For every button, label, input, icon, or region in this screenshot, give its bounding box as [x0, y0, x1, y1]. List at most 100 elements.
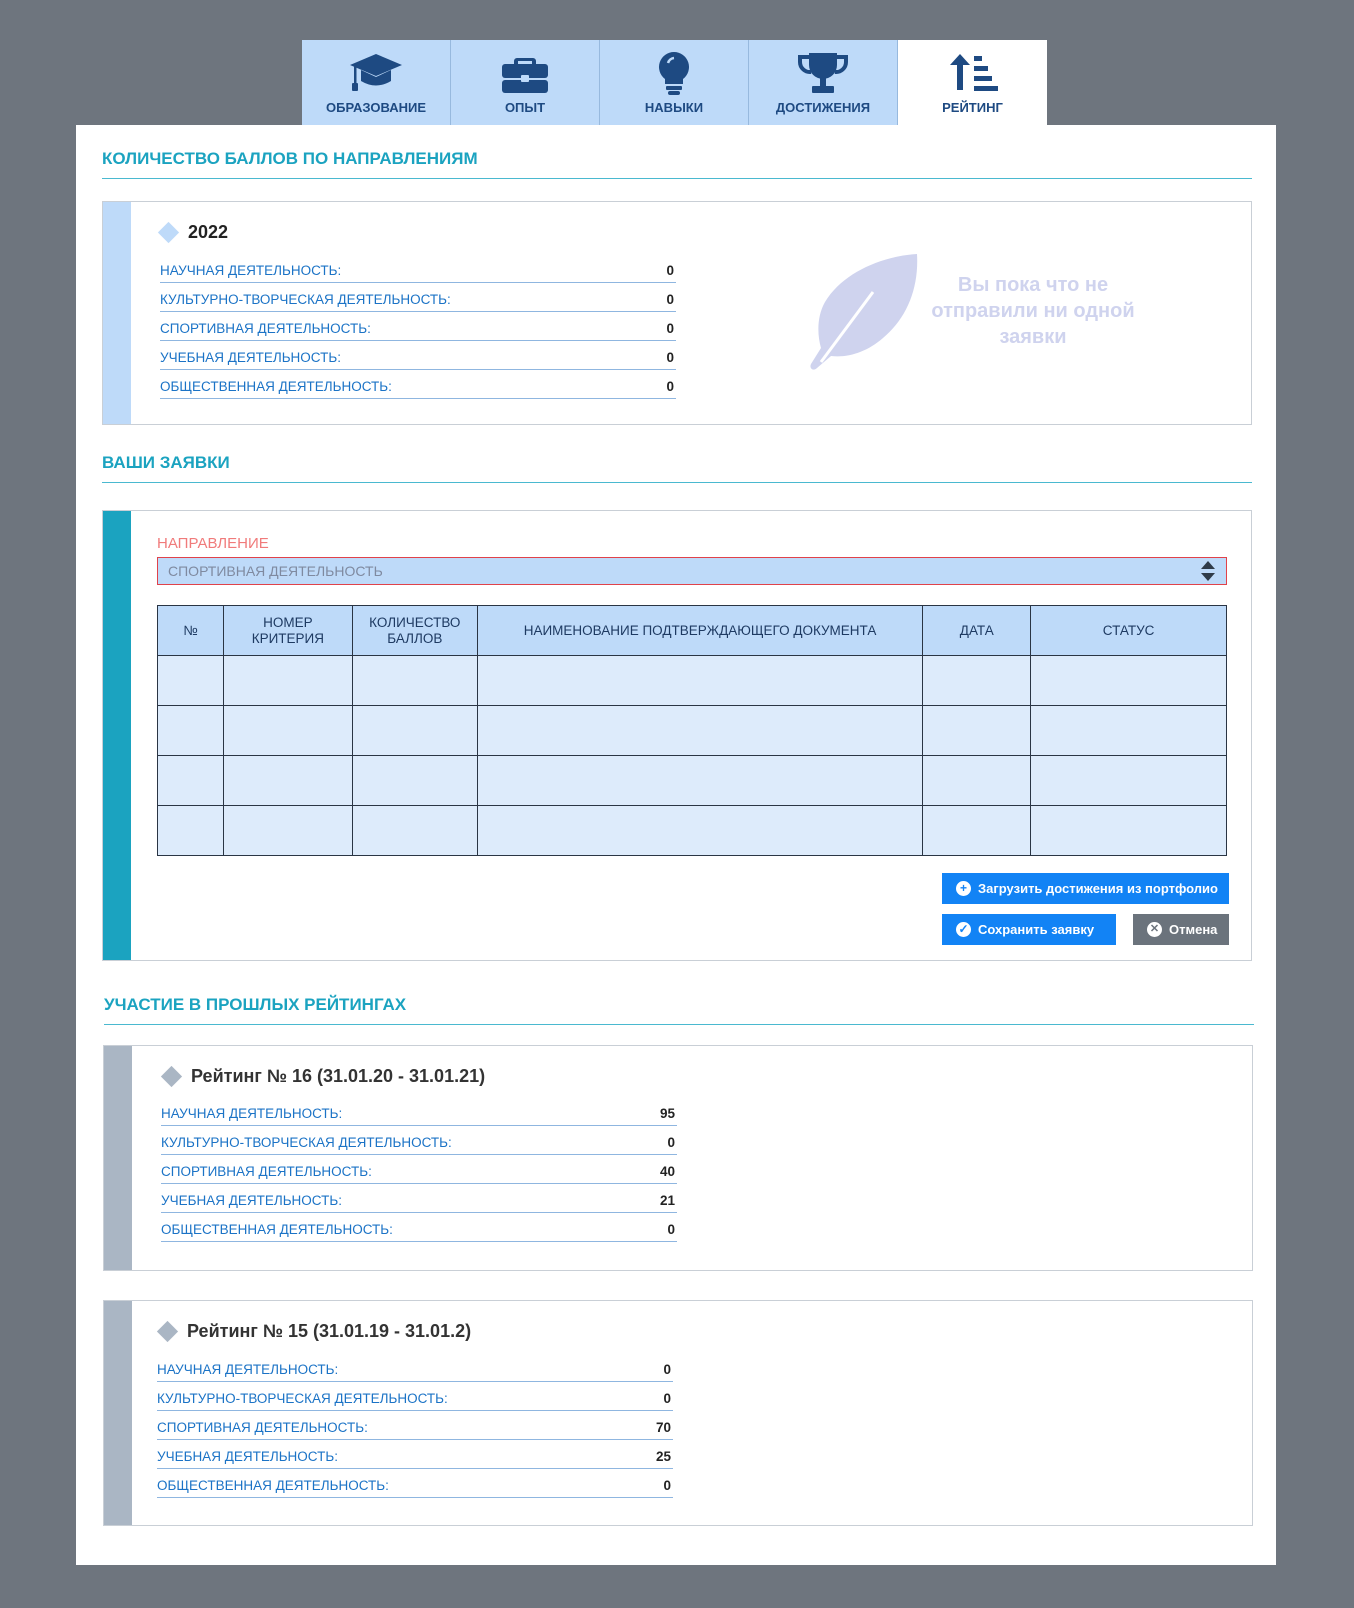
table-row[interactable]: [157, 805, 1227, 856]
rating-scores-list: НАУЧНАЯ ДЕЯТЕЛЬНОСТЬ: 95 КУЛЬТУРНО-ТВОРЧЕ…: [161, 1097, 677, 1242]
stat-label: ОБЩЕСТВЕННАЯ ДЕЯТЕЛЬНОСТЬ:: [160, 379, 392, 394]
sort-ascending-icon: [949, 54, 998, 91]
close-circle-icon: ✕: [1147, 922, 1162, 937]
stat-label: ОБЩЕСТВЕННАЯ ДЕЯТЕЛЬНОСТЬ:: [161, 1222, 393, 1237]
list-item: УЧЕБНАЯ ДЕЯТЕЛЬНОСТЬ: 25: [157, 1440, 673, 1469]
table-cell: [1030, 705, 1227, 756]
stat-value: 40: [659, 1164, 675, 1179]
list-item: ОБЩЕСТВЕННАЯ ДЕЯТЕЛЬНОСТЬ: 0: [157, 1469, 673, 1498]
panel-stripe: [103, 202, 131, 424]
direction-select[interactable]: СПОРТИВНАЯ ДЕЯТЕЛЬНОСТЬ: [157, 557, 1227, 585]
stat-label: НАУЧНАЯ ДЕЯТЕЛЬНОСТЬ:: [157, 1362, 339, 1377]
column-header: №: [157, 605, 224, 656]
briefcase-icon: [502, 58, 548, 93]
table-cell: [922, 705, 1032, 756]
table-cell: [157, 805, 224, 856]
list-item: НАУЧНАЯ ДЕЯТЕЛЬНОСТЬ: 0: [160, 254, 676, 283]
tab-achievements[interactable]: ДОСТИЖЕНИЯ: [749, 40, 898, 125]
empty-message: Вы пока что не отправили ни одной заявки: [931, 274, 1135, 348]
divider: [102, 482, 1252, 483]
tab-skills[interactable]: НАВЫКИ: [600, 40, 749, 125]
stat-label: НАУЧНАЯ ДЕЯТЕЛЬНОСТЬ:: [160, 263, 342, 278]
list-item: ОБЩЕСТВЕННАЯ ДЕЯТЕЛЬНОСТЬ: 0: [161, 1213, 677, 1242]
tab-label: РЕЙТИНГ: [942, 100, 1003, 115]
stat-value: 0: [663, 1478, 671, 1493]
tab-education[interactable]: ОБРАЗОВАНИЕ: [302, 40, 451, 125]
rating-heading: Рейтинг № 16 (31.01.20 - 31.01.21): [160, 1065, 486, 1088]
panel-stripe: [104, 1046, 132, 1270]
load-portfolio-button[interactable]: + Загрузить достижения из портфолио: [942, 873, 1229, 904]
empty-state: Вы пока что не отправили ни одной заявки: [803, 252, 1143, 382]
requests-table: № НОМЕР КРИТЕРИЯ КОЛИЧЕСТВО БАЛЛОВ НАИМЕ…: [157, 605, 1227, 856]
table-cell: [1030, 805, 1227, 856]
panel-stripe: [103, 511, 131, 960]
table-cell: [222, 655, 353, 706]
scores-panel: 2022 НАУЧНАЯ ДЕЯТЕЛЬНОСТЬ: 0 КУЛЬТУРНО-ТВ…: [102, 201, 1252, 425]
table-cell: [351, 705, 478, 756]
stat-label: УЧЕБНАЯ ДЕЯТЕЛЬНОСТЬ:: [160, 350, 341, 365]
stat-value: 0: [667, 1222, 675, 1237]
tab-bar: ОБРАЗОВАНИЕ ОПЫТ НАВЫКИ ДОСТИЖЕНИЯ РЕЙТИ…: [302, 40, 1047, 125]
table-cell: [476, 705, 924, 756]
table-header-row: № НОМЕР КРИТЕРИЯ КОЛИЧЕСТВО БАЛЛОВ НАИМЕ…: [157, 605, 1227, 656]
lightbulb-icon: [659, 52, 689, 95]
table-row[interactable]: [157, 755, 1227, 806]
column-header: ДАТА: [922, 605, 1032, 656]
stat-value: 0: [666, 379, 674, 394]
stat-value: 95: [659, 1106, 675, 1121]
stat-value: 0: [663, 1362, 671, 1377]
list-item: УЧЕБНАЯ ДЕЯТЕЛЬНОСТЬ: 0: [160, 341, 676, 370]
button-label: Сохранить заявку: [978, 922, 1095, 937]
stat-label: ОБЩЕСТВЕННАЯ ДЕЯТЕЛЬНОСТЬ:: [157, 1478, 389, 1493]
requests-section-title: ВАШИ ЗАЯВКИ: [102, 453, 230, 472]
stat-label: УЧЕБНАЯ ДЕЯТЕЛЬНОСТЬ:: [161, 1193, 342, 1208]
column-header-text: НОМЕР КРИТЕРИЯ: [251, 614, 324, 646]
tab-label: НАВЫКИ: [644, 100, 704, 115]
table-cell: [351, 655, 478, 706]
past-ratings-section-title: УЧАСТИЕ В ПРОШЛЫХ РЕЙТИНГАХ: [104, 995, 407, 1014]
save-request-button[interactable]: ✓ Сохранить заявку: [942, 914, 1116, 945]
stat-value: 0: [666, 350, 674, 365]
column-header-text: КОЛИЧЕСТВО БАЛЛОВ: [369, 614, 461, 646]
rating-title: Рейтинг № 16 (31.01.20 - 31.01.21): [191, 1066, 486, 1086]
table-cell: [1030, 655, 1227, 706]
year-heading: 2022: [157, 221, 228, 244]
column-header: КОЛИЧЕСТВО БАЛЛОВ: [351, 605, 478, 656]
cancel-button[interactable]: ✕ Отмена: [1133, 914, 1229, 945]
panel-stripe: [104, 1301, 132, 1525]
stat-label: СПОРТИВНАЯ ДЕЯТЕЛЬНОСТЬ:: [157, 1420, 368, 1435]
tab-label: ОБРАЗОВАНИЕ: [326, 100, 426, 115]
divider: [104, 1024, 1254, 1025]
table-cell: [157, 655, 224, 706]
table-cell: [476, 755, 924, 806]
stat-value: 0: [663, 1391, 671, 1406]
button-label: Отмена: [1169, 922, 1218, 937]
table-cell: [922, 755, 1032, 806]
stat-value: 21: [659, 1193, 675, 1208]
tab-experience[interactable]: ОПЫТ: [451, 40, 600, 125]
rating-panel: Рейтинг № 16 (31.01.20 - 31.01.21) НАУЧН…: [103, 1045, 1253, 1271]
table-row[interactable]: [157, 705, 1227, 756]
requests-panel: НАПРАВЛЕНИЕ СПОРТИВНАЯ ДЕЯТЕЛЬНОСТЬ № НО…: [102, 510, 1252, 961]
feather-icon: [810, 254, 918, 370]
table-cell: [922, 655, 1032, 706]
table-row[interactable]: [157, 655, 1227, 706]
stat-label: СПОРТИВНАЯ ДЕЯТЕЛЬНОСТЬ:: [161, 1164, 372, 1179]
stat-label: СПОРТИВНАЯ ДЕЯТЕЛЬНОСТЬ:: [160, 321, 371, 336]
stat-label: КУЛЬТУРНО-ТВОРЧЕСКАЯ ДЕЯТЕЛЬНОСТЬ:: [160, 292, 451, 307]
list-item: КУЛЬТУРНО-ТВОРЧЕСКАЯ ДЕЯТЕЛЬНОСТЬ: 0: [161, 1126, 677, 1155]
list-item: НАУЧНАЯ ДЕЯТЕЛЬНОСТЬ: 95: [161, 1097, 677, 1126]
tab-rating[interactable]: РЕЙТИНГ: [898, 40, 1047, 125]
table-cell: [922, 805, 1032, 856]
diamond-icon: [156, 1320, 179, 1343]
stat-label: КУЛЬТУРНО-ТВОРЧЕСКАЯ ДЕЯТЕЛЬНОСТЬ:: [157, 1391, 448, 1406]
diamond-icon: [157, 221, 180, 244]
content-card: КОЛИЧЕСТВО БАЛЛОВ ПО НАПРАВЛЕНИЯМ 2022 Н…: [76, 125, 1276, 1565]
tab-label: ДОСТИЖЕНИЯ: [775, 100, 871, 115]
column-header: НОМЕР КРИТЕРИЯ: [222, 605, 353, 656]
sort-arrows-icon: [1201, 561, 1215, 581]
list-item: НАУЧНАЯ ДЕЯТЕЛЬНОСТЬ: 0: [157, 1353, 673, 1382]
graduation-cap-icon: [350, 54, 402, 91]
tab-label: ОПЫТ: [504, 100, 546, 115]
column-header: СТАТУС: [1030, 605, 1227, 656]
